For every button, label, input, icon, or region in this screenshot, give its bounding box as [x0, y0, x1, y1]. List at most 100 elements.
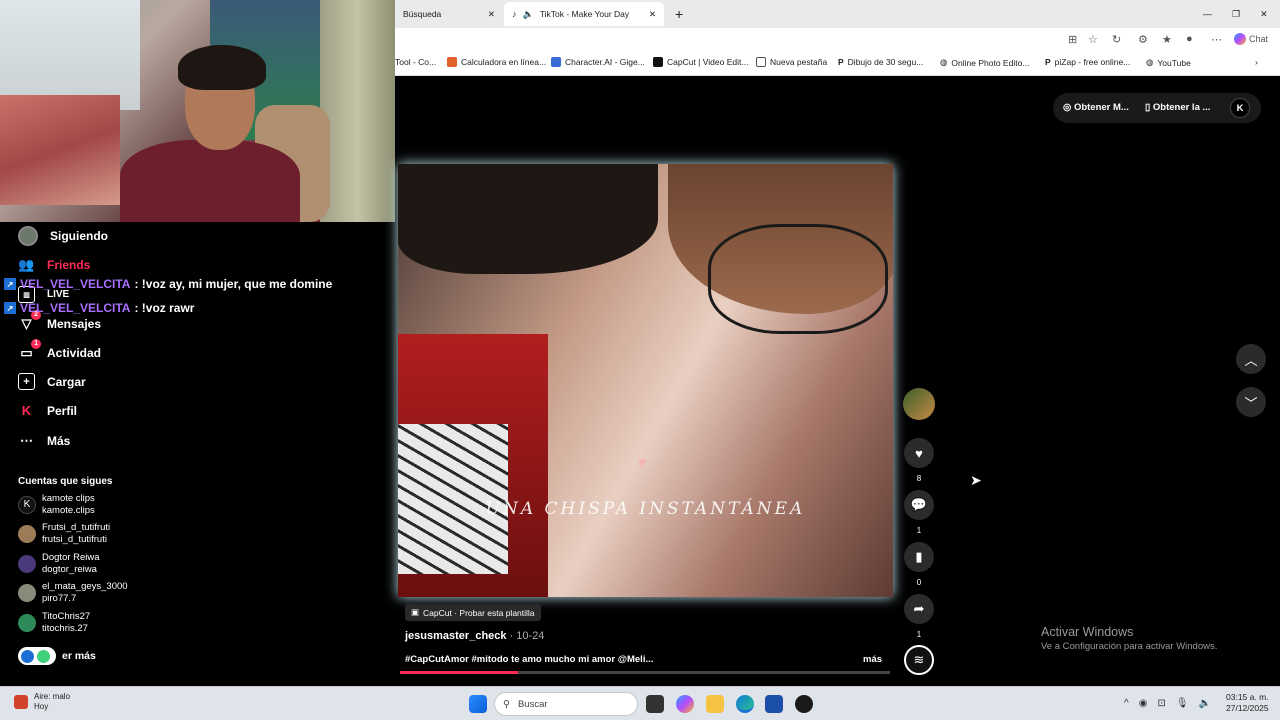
capcut-action[interactable]: ≋	[904, 645, 934, 675]
more-icon: ⋯	[20, 432, 33, 448]
copilot-icon[interactable]	[676, 695, 694, 713]
chat-button[interactable]: Chat	[1234, 33, 1268, 45]
upload-icon: +	[18, 373, 35, 390]
menu-dots-icon[interactable]: ⋯	[1211, 33, 1222, 46]
share-action[interactable]: ➦ 1	[904, 594, 934, 639]
see-more-link[interactable]: er más	[18, 647, 96, 665]
favorites-icon[interactable]: ★	[1162, 33, 1172, 46]
chevron-up-icon[interactable]: ^	[1124, 698, 1129, 709]
nav-messages[interactable]: ▽ 2 Mensajes	[18, 310, 101, 332]
close-window-icon[interactable]: ✕	[1260, 9, 1268, 20]
share-icon[interactable]: ➦	[904, 594, 934, 624]
tab-tiktok[interactable]: ♪ 🔈 TikTok - Make Your Day ✕	[504, 2, 664, 26]
comment-icon[interactable]: 💬	[904, 490, 934, 520]
following-item[interactable]: Frutsi_d_tutifruti frutsi_d_tutifruti	[18, 522, 110, 546]
nav-following[interactable]: Siguiendo	[18, 226, 108, 246]
heart-icon[interactable]: ♥	[904, 438, 934, 468]
favorite-star-icon[interactable]: ☆	[1088, 33, 1098, 46]
video-description: #CapCutAmor #mitodo te amo mucho mi amor…	[405, 654, 654, 665]
activate-windows-watermark: Activar Windows Ve a Configuración para …	[1041, 625, 1218, 652]
edge-icon[interactable]	[736, 695, 754, 713]
profile-avatar[interactable]: K	[1230, 98, 1250, 118]
maximize-icon[interactable]: ❐	[1232, 9, 1240, 20]
refresh-icon[interactable]: ↻	[1112, 33, 1121, 46]
save-action[interactable]: ▮ 0	[904, 542, 934, 587]
start-icon[interactable]	[469, 695, 487, 713]
bookmark-item[interactable]: Nueva pestaña	[756, 57, 827, 67]
video-author[interactable]: jesusmaster_check · 10-24	[405, 630, 544, 642]
bookmark-item[interactable]: Tool - Co...	[395, 57, 436, 67]
following-item[interactable]: K kamote clips kamote.clips	[18, 493, 95, 517]
taskbar-clock[interactable]: 03:15 a. m. 27/12/2025	[1226, 692, 1269, 714]
page-icon	[756, 57, 766, 67]
following-item[interactable]: TitoChris27 titochris.27	[18, 611, 90, 635]
nav-upload[interactable]: + Cargar	[18, 373, 86, 390]
author-avatar-action[interactable]	[903, 388, 935, 420]
chat-message: ↗ VEL_VEL_VELCITA : !voz rawr	[4, 301, 194, 315]
get-desktop-button[interactable]: ▯ Obtener la ...	[1145, 102, 1210, 113]
security-icon[interactable]: ◉	[1139, 698, 1148, 709]
avatar	[18, 584, 36, 602]
video-player[interactable]: ♥ UNA CHISPA INSTANTÁNEA	[398, 164, 893, 597]
video-progress[interactable]	[400, 671, 890, 674]
profile-avatar-icon[interactable]: ●	[1186, 33, 1193, 45]
nav-profile[interactable]: K Perfil	[18, 402, 77, 419]
following-item[interactable]: Dogtor Reiwa dogtor_reiwa	[18, 552, 100, 576]
comment-action[interactable]: 💬 1	[904, 490, 934, 535]
top-buttons: ◎ Obtener M... ▯ Obtener la ... K	[1053, 93, 1261, 123]
bookmarks-bar: Tool - Co... Calculadora en línea... Cha…	[395, 52, 1280, 76]
like-action[interactable]: ♥ 8	[904, 438, 934, 483]
avatar-icon	[18, 226, 38, 246]
avatar	[18, 555, 36, 573]
heart-icon: ♥	[638, 454, 647, 470]
file-explorer-icon[interactable]	[706, 695, 724, 713]
microphone-icon[interactable]: 🎙	[1176, 698, 1189, 709]
task-view-icon[interactable]	[646, 695, 664, 713]
bookmark-item[interactable]: ◍ Online Photo Edito...	[940, 57, 1029, 68]
reader-icon[interactable]: ⊞	[1068, 33, 1077, 46]
previous-video-button[interactable]: ︿	[1236, 344, 1266, 374]
capcut-template-pill[interactable]: ▣ CapCut · Probar esta plantilla	[405, 604, 541, 621]
bookmark-icon[interactable]: ▮	[904, 542, 934, 572]
bookmark-item[interactable]: Calculadora en línea...	[447, 57, 546, 67]
following-title: Cuentas que sigues	[18, 476, 113, 487]
bookmarks-overflow-icon[interactable]: ›	[1255, 57, 1258, 67]
bookmark-item[interactable]: PpiZap - free online...	[1045, 57, 1130, 67]
volume-icon[interactable]: 🔈	[1199, 698, 1211, 709]
avatar: K	[18, 496, 36, 514]
weather-widget[interactable]: Aire: malo Hoy	[14, 692, 70, 712]
following-item[interactable]: el_mata_geys_3000 piro77.7	[18, 581, 128, 605]
chat-message: ↗ VEL_VEL_VELCITA : !voz ay, mi mujer, q…	[4, 277, 332, 291]
new-tab-button[interactable]: +	[667, 2, 691, 26]
close-icon[interactable]: ✕	[488, 9, 495, 20]
nav-activity[interactable]: ▭ 1 Actividad	[18, 339, 101, 361]
nav-friends[interactable]: 👥 Friends	[18, 256, 90, 273]
tiktok-sidebar: Siguiendo 👥 Friends ▥ LIVE ▽ 2 Mensajes ▭…	[0, 222, 395, 686]
more-link[interactable]: más	[863, 654, 882, 665]
twitch-icon: ↗	[4, 278, 16, 290]
friends-icon: 👥	[18, 256, 35, 272]
browser-tabbar: Búsqueda ✕ ♪ 🔈 TikTok - Make Your Day ✕ …	[395, 0, 1280, 28]
nav-more[interactable]: ⋯ Más	[18, 432, 70, 449]
store-icon[interactable]	[765, 695, 783, 713]
taskbar-search[interactable]: ⚲ Buscar	[494, 692, 638, 716]
get-app-button[interactable]: ◎ Obtener M...	[1063, 102, 1129, 113]
app-icon[interactable]	[795, 695, 813, 713]
bookmark-item[interactable]: ◍ YouTube	[1146, 57, 1191, 68]
tab-search[interactable]: Búsqueda ✕	[395, 2, 503, 26]
next-video-button[interactable]: ﹀	[1236, 387, 1266, 417]
globe-icon: ◍	[940, 57, 948, 67]
mouse-cursor-icon: ➤	[970, 472, 982, 488]
minimize-icon[interactable]: —	[1203, 9, 1212, 19]
bookmark-item[interactable]: CapCut | Video Edit...	[653, 57, 748, 67]
author-avatar	[903, 388, 935, 420]
capcut-icon: ▣	[411, 607, 420, 617]
capcut-icon[interactable]: ≋	[904, 645, 934, 675]
toggle-icon	[18, 647, 56, 665]
network-icon[interactable]: ⊡	[1157, 698, 1165, 709]
bookmark-item[interactable]: P Dibujo de 30 segu...	[838, 57, 923, 67]
extensions-icon[interactable]: ⚙	[1138, 33, 1148, 46]
activity-badge: 1	[31, 339, 41, 349]
bookmark-item[interactable]: Character.AI - Gige...	[551, 57, 645, 67]
close-icon[interactable]: ✕	[649, 9, 656, 20]
